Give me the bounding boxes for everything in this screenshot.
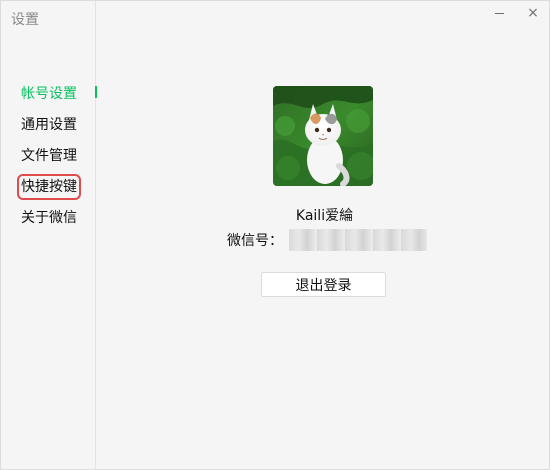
logout-button[interactable]: 退出登录 (261, 272, 386, 297)
minimize-icon (494, 13, 504, 14)
active-indicator (95, 86, 97, 98)
close-icon: × (527, 5, 539, 21)
settings-window: 设置 × 帐号设置 通用设置 文件管理 快捷按键 关于微信 Kaili爱綸 微信… (0, 0, 550, 470)
sidebar-item-shortcuts[interactable]: 快捷按键 (17, 174, 81, 200)
sidebar-item-file-management[interactable]: 文件管理 (21, 147, 77, 165)
avatar[interactable] (273, 86, 373, 186)
wechat-id-value-obscured (289, 229, 427, 251)
wechat-id-label: 微信号： (227, 233, 283, 249)
nickname: Kaili爱綸 (295, 208, 354, 224)
sidebar-item-general-settings[interactable]: 通用设置 (21, 116, 77, 134)
wechat-id-row: 微信号： (227, 229, 427, 251)
minimize-button[interactable] (488, 4, 510, 22)
close-button[interactable]: × (522, 4, 544, 22)
sidebar-item-account-settings[interactable]: 帐号设置 (21, 85, 77, 103)
sidebar: 帐号设置 通用设置 文件管理 快捷按键 关于微信 (1, 1, 96, 470)
